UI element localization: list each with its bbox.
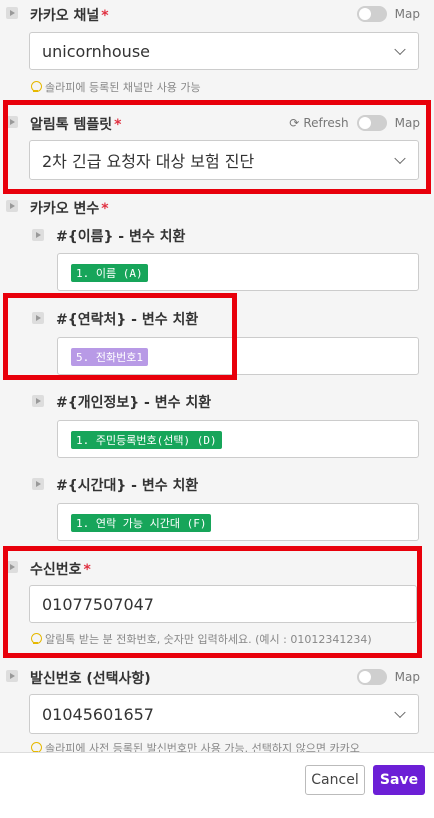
- refresh-icon: ⟳: [289, 116, 300, 130]
- var-input-name[interactable]: 1. 이름 (A): [57, 253, 419, 291]
- expand-arrow-icon[interactable]: [32, 395, 44, 407]
- sender-label-row: 발신번호 (선택사항) Map: [0, 665, 434, 689]
- map-label: Map: [394, 7, 420, 21]
- recipient-label-row: 수신번호 *: [0, 556, 434, 580]
- recipient-value: 01077507047: [42, 594, 154, 614]
- expand-arrow-icon[interactable]: [6, 200, 18, 212]
- kakao-channel-select[interactable]: unicornhouse: [29, 32, 419, 70]
- var-pill[interactable]: 1. 주민등록번호(선택) (D): [71, 431, 222, 449]
- var-input-contact[interactable]: 5. 전화번호1: [57, 337, 419, 375]
- sender-select[interactable]: 01045601657: [29, 694, 419, 734]
- expand-arrow-icon[interactable]: [32, 478, 44, 490]
- var-label-contact: #{연락처} - 변수 치환: [56, 312, 199, 328]
- chevron-down-icon: [394, 706, 406, 719]
- alimtalk-template-select[interactable]: 2차 긴급 요청자 대상 보험 진단: [29, 140, 419, 180]
- chevron-down-icon: [394, 43, 406, 56]
- save-button[interactable]: Save: [373, 765, 425, 795]
- alimtalk-template-value: 2차 긴급 요청자 대상 보험 진단: [42, 152, 255, 171]
- expand-arrow-icon[interactable]: [6, 561, 18, 573]
- var-input-timeslot[interactable]: 1. 연락 가능 시간대 (F): [57, 503, 419, 541]
- alimtalk-template-label: 알림톡 템플릿 *: [30, 117, 122, 133]
- expand-arrow-icon[interactable]: [6, 7, 18, 19]
- var-label-personal-info: #{개인정보} - 변수 치환: [56, 395, 212, 411]
- recipient-input[interactable]: 01077507047: [29, 585, 417, 623]
- var-label-name: #{이름} - 변수 치환: [56, 229, 186, 245]
- expand-arrow-icon[interactable]: [6, 670, 18, 682]
- map-toggle-group: Map: [356, 5, 420, 23]
- refresh-button[interactable]: ⟳ Refresh: [289, 116, 348, 130]
- map-toggle[interactable]: [356, 669, 387, 685]
- var-pill[interactable]: 5. 전화번호1: [71, 348, 148, 366]
- var-pill[interactable]: 1. 연락 가능 시간대 (F): [71, 514, 212, 532]
- kakao-vars-label: 카카오 변수 *: [30, 201, 109, 217]
- kakao-channel-label: 카카오 채널 *: [30, 8, 109, 24]
- map-toggle-group: ⟳ Refresh Map: [289, 115, 420, 131]
- recipient-hint: 알림톡 받는 분 전화번호, 숫자만 입력하세요. (예시 : 01012341…: [30, 631, 372, 647]
- map-toggle[interactable]: [356, 115, 387, 131]
- lightbulb-icon: [30, 633, 42, 645]
- kakao-channel-hint: 솔라피에 등록된 채널만 사용 가능: [30, 79, 201, 95]
- dialog-footer: Cancel Save: [0, 752, 434, 818]
- alimtalk-template-label-row: 알림톡 템플릿 * ⟳ Refresh Map: [0, 111, 434, 135]
- chevron-down-icon: [394, 152, 406, 165]
- map-toggle-group: Map: [356, 668, 420, 686]
- var-pill[interactable]: 1. 이름 (A): [71, 264, 148, 282]
- recipient-label: 수신번호 *: [30, 562, 91, 578]
- kakao-channel-value: unicornhouse: [42, 41, 150, 61]
- var-label-timeslot: #{시간대} - 변수 치환: [56, 478, 199, 494]
- expand-arrow-icon[interactable]: [6, 116, 18, 128]
- map-toggle[interactable]: [356, 6, 387, 22]
- expand-arrow-icon[interactable]: [32, 312, 44, 324]
- expand-arrow-icon[interactable]: [32, 229, 44, 241]
- lightbulb-icon: [30, 81, 42, 93]
- var-input-personal-info[interactable]: 1. 주민등록번호(선택) (D): [57, 420, 419, 458]
- cancel-button[interactable]: Cancel: [305, 765, 365, 795]
- kakao-vars-label-row: 카카오 변수 *: [0, 195, 434, 219]
- sender-value: 01045601657: [42, 704, 154, 724]
- kakao-channel-label-row: 카카오 채널 * Map: [0, 2, 434, 26]
- sender-label: 발신번호 (선택사항): [30, 671, 151, 687]
